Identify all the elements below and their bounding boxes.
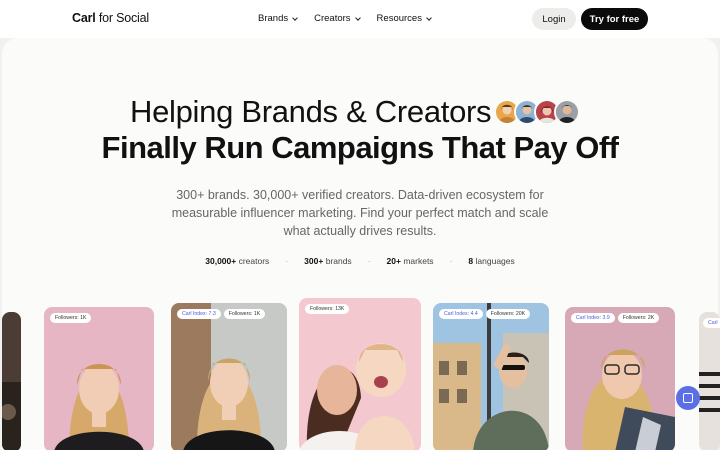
separator-dot: · bbox=[449, 256, 453, 266]
avatar bbox=[554, 99, 580, 125]
stat-creators: 30,000+ creators bbox=[205, 256, 269, 266]
card-badges: Carl Index: 4.4 Followers: 20K bbox=[439, 309, 531, 319]
creator-card[interactable] bbox=[2, 312, 21, 450]
followers-badge: Followers: 1K bbox=[223, 309, 266, 319]
stat-label: languages bbox=[475, 256, 515, 266]
creator-card[interactable]: Carl bbox=[699, 312, 720, 450]
carl-index-badge: Carl Index: 3.9 bbox=[571, 313, 615, 323]
stat-value: 20+ bbox=[386, 256, 401, 266]
top-nav: Carl for Social Brands Creators Resource… bbox=[0, 0, 720, 38]
login-button[interactable]: Login bbox=[532, 8, 576, 30]
logo-rest: for Social bbox=[98, 11, 149, 25]
chat-icon bbox=[683, 393, 693, 403]
separator-dot: · bbox=[367, 256, 371, 266]
separator-dot: · bbox=[285, 256, 289, 266]
followers-badge: Followers: 1K bbox=[50, 313, 92, 323]
menu-item-label: Resources bbox=[376, 13, 422, 24]
stat-brands: 300+ brands bbox=[304, 256, 352, 266]
avatar-group bbox=[494, 99, 580, 125]
carl-index-badge: Carl bbox=[703, 318, 720, 328]
stat-value: 30,000+ bbox=[205, 256, 237, 266]
stat-markets: 20+ markets bbox=[387, 256, 434, 266]
logo[interactable]: Carl for Social bbox=[72, 11, 149, 25]
stat-label: creators bbox=[238, 256, 270, 266]
followers-badge: Followers: 13K bbox=[305, 304, 350, 314]
creator-card[interactable]: Carl Index: 7.3 Followers: 1K bbox=[171, 303, 287, 450]
card-badges: Carl bbox=[703, 318, 720, 328]
creator-card[interactable]: Followers: 13K bbox=[299, 298, 421, 450]
stat-label: brands bbox=[325, 256, 352, 266]
chevron-down-icon bbox=[426, 14, 432, 21]
creator-card[interactable]: Carl Index: 4.4 Followers: 20K bbox=[433, 303, 549, 450]
logo-bold: Carl bbox=[72, 11, 96, 25]
headline-line-1: Helping Brands & Creators bbox=[130, 94, 492, 129]
main-menu: Brands Creators Resources bbox=[258, 13, 432, 24]
menu-item-resources[interactable]: Resources bbox=[376, 13, 432, 24]
card-badges: Followers: 1K bbox=[50, 313, 92, 323]
menu-item-label: Brands bbox=[258, 13, 289, 24]
menu-item-label: Creators bbox=[314, 13, 351, 24]
stat-label: markets bbox=[403, 256, 434, 266]
followers-badge: Followers: 20K bbox=[485, 309, 531, 319]
card-badges: Carl Index: 7.3 Followers: 1K bbox=[177, 309, 266, 319]
creator-card[interactable]: Carl Index: 3.9 Followers: 2K bbox=[565, 307, 675, 450]
chevron-down-icon bbox=[354, 14, 361, 21]
creator-card[interactable]: Followers: 1K bbox=[44, 307, 154, 450]
menu-item-brands[interactable]: Brands bbox=[258, 13, 298, 24]
headline-line-2: Finally Run Campaigns That Pay Off bbox=[101, 130, 619, 165]
try-for-free-button[interactable]: Try for free bbox=[581, 8, 648, 30]
stats-bar: 30,000+ creators · 300+ brands · 20+ mar… bbox=[0, 256, 720, 266]
chevron-down-icon bbox=[292, 14, 298, 21]
menu-item-creators[interactable]: Creators bbox=[314, 13, 361, 24]
chat-launcher-button[interactable] bbox=[676, 386, 700, 410]
card-badges: Carl Index: 3.9 Followers: 2K bbox=[571, 313, 660, 323]
stat-value: 300+ bbox=[304, 256, 324, 266]
carl-index-badge: Carl Index: 4.4 bbox=[439, 309, 483, 319]
followers-badge: Followers: 2K bbox=[617, 313, 660, 323]
carl-index-badge: Carl Index: 7.3 bbox=[177, 309, 221, 319]
stat-value: 8 bbox=[468, 256, 474, 266]
stat-languages: 8 languages bbox=[468, 256, 514, 266]
hero-subtitle: 300+ brands. 30,000+ verified creators. … bbox=[171, 188, 549, 238]
card-badges: Followers: 13K bbox=[305, 304, 350, 314]
